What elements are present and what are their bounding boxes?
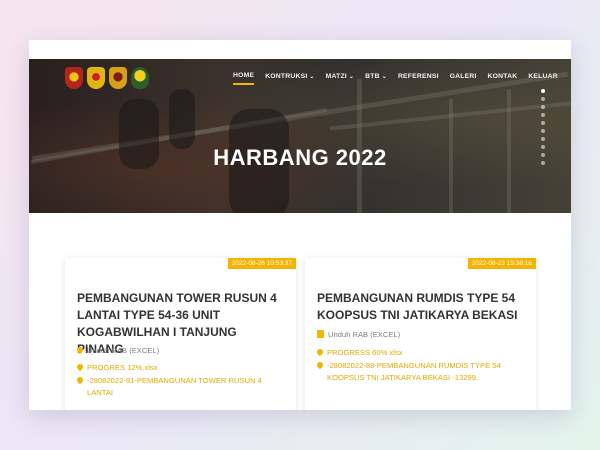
date-badge: 2022-08-26 10:53:37 bbox=[227, 258, 296, 269]
hero-title: HARBANG 2022 bbox=[213, 145, 387, 170]
nav-label: GALERI bbox=[449, 73, 477, 80]
document-link[interactable]: -28082022-91-PEMBANGUNAN TOWER RUSUN 4 L… bbox=[75, 375, 286, 399]
project-card[interactable]: 2022-08-26 10:53:37 PEMBANGUNAN TOWER RU… bbox=[65, 258, 296, 410]
file-icon bbox=[317, 330, 324, 338]
slider-dot[interactable] bbox=[541, 97, 545, 101]
date-badge: 2022-08-23 15:38:16 bbox=[467, 258, 536, 269]
hero-banner: HOME KONTRUKSI ⌄ MATZI ⌄ BTB ⌄ REFERENSI GA… bbox=[29, 59, 571, 213]
logo-group[interactable] bbox=[65, 67, 149, 89]
chevron-down-icon: ⌄ bbox=[309, 74, 315, 80]
pin-icon bbox=[75, 375, 85, 385]
project-card[interactable]: 2022-08-23 15:38:16 PEMBANGUNAN RUMDIS T… bbox=[305, 258, 536, 410]
nav-label: MATZI bbox=[325, 73, 347, 80]
progress-file-link[interactable]: PROGRES 12%.xlsx bbox=[75, 362, 286, 374]
slider-dot[interactable] bbox=[541, 105, 545, 109]
browser-page: HOME KONTRUKSI ⌄ MATZI ⌄ BTB ⌄ REFERENSI GA… bbox=[29, 40, 571, 410]
nav-label: HOME bbox=[233, 72, 255, 79]
nav-label: BTB bbox=[365, 73, 380, 80]
slider-dot[interactable] bbox=[541, 121, 545, 125]
chevron-down-icon: ⌄ bbox=[348, 74, 355, 80]
slider-dot[interactable] bbox=[541, 137, 545, 141]
tni-emblem-icon bbox=[131, 67, 149, 89]
progress-file-label: PROGRESS 60%.xlsx bbox=[327, 348, 403, 357]
chevron-down-icon: ⌄ bbox=[381, 74, 387, 80]
slider-dot[interactable] bbox=[541, 89, 545, 93]
rab-link-label: Unduh RAB (EXCEL) bbox=[328, 330, 401, 339]
document-link-label: -28082022-91-PEMBANGUNAN TOWER RUSUN 4 L… bbox=[87, 376, 262, 397]
rab-link[interactable]: Unduh RAB (EXCEL) bbox=[75, 345, 286, 357]
progress-file-link[interactable]: PROGRESS 60%.xlsx bbox=[315, 347, 526, 359]
document-link-label: -28082022-88-PEMBANGUNAN RUMDIS TYPE 54 … bbox=[327, 361, 501, 382]
slider-dot[interactable] bbox=[541, 129, 545, 133]
nav-item-keluar[interactable]: KELUAR bbox=[528, 73, 558, 84]
nav-label: KONTAK bbox=[487, 73, 518, 80]
nav-item-btb[interactable]: BTB ⌄ bbox=[365, 73, 387, 84]
progress-file-label: PROGRES 12%.xlsx bbox=[87, 363, 158, 372]
pin-icon bbox=[315, 360, 325, 370]
nav-label: REFERENSI bbox=[397, 73, 439, 80]
document-link[interactable]: -28082022-88-PEMBANGUNAN RUMDIS TYPE 54 … bbox=[315, 360, 526, 384]
project-title[interactable]: PEMBANGUNAN RUMDIS TYPE 54 KOOPSUS TNI J… bbox=[317, 290, 524, 324]
nav-label: KONTRUKSI bbox=[265, 73, 308, 80]
rab-link[interactable]: Unduh RAB (EXCEL) bbox=[317, 329, 526, 341]
slider-dot[interactable] bbox=[541, 113, 545, 117]
army-emblem-icon bbox=[65, 67, 83, 89]
nav-item-referensi[interactable]: REFERENSI bbox=[398, 73, 439, 84]
nav-item-kontak[interactable]: KONTAK bbox=[488, 73, 518, 84]
rab-link-label: Unduh RAB (EXCEL) bbox=[87, 346, 160, 355]
nav-item-kontruksi[interactable]: KONTRUKSI ⌄ bbox=[265, 73, 314, 84]
airforce-emblem-icon bbox=[109, 67, 127, 89]
main-nav: HOME KONTRUKSI ⌄ MATZI ⌄ BTB ⌄ REFERENSI GA… bbox=[233, 72, 558, 85]
nav-item-home[interactable]: HOME bbox=[233, 72, 255, 85]
nav-item-matzi[interactable]: MATZI ⌄ bbox=[326, 73, 355, 84]
pin-icon bbox=[75, 362, 85, 372]
nav-item-galeri[interactable]: GALERI bbox=[450, 73, 477, 84]
pin-icon bbox=[75, 345, 85, 355]
pin-icon bbox=[315, 347, 325, 357]
nav-label: KELUAR bbox=[528, 73, 558, 80]
navy-emblem-icon bbox=[87, 67, 105, 89]
